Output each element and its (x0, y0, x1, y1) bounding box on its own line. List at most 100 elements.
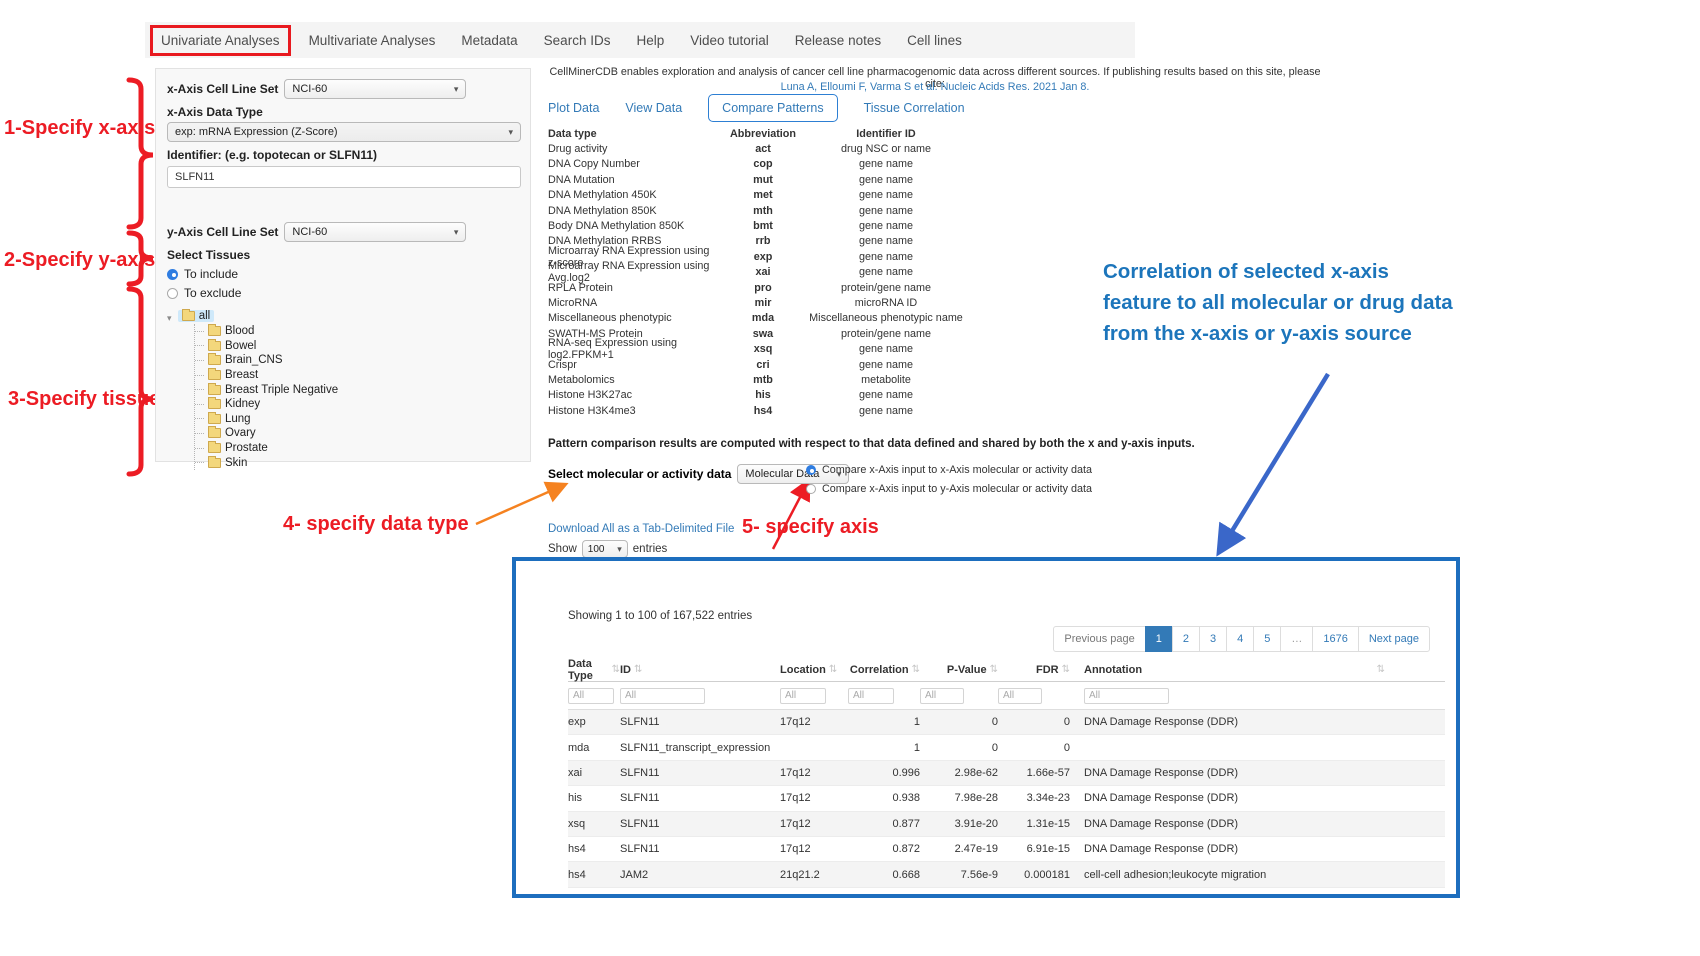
x-axis-data-type-select[interactable]: exp: mRNA Expression (Z-Score) ▾ (167, 122, 521, 142)
datatype-row-met: DNA Methylation 450Kmetgene name (548, 188, 966, 203)
chevron-down-icon: ▾ (454, 227, 459, 238)
chevron-down-icon: ▾ (617, 544, 622, 555)
nav-tab-release-notes[interactable]: Release notes (782, 33, 894, 48)
filter-input-annotation[interactable] (1084, 688, 1169, 704)
folder-icon (208, 399, 221, 409)
datatype-row-xai: Microarray RNA Expression using Avg.log2… (548, 265, 966, 280)
tree-node-ovary[interactable]: Ovary (195, 426, 519, 441)
filter-input-p-value[interactable] (920, 688, 964, 704)
page-button-1676[interactable]: 1676 (1312, 626, 1358, 652)
tab-compare-patterns[interactable]: Compare Patterns (708, 94, 837, 122)
x-axis-data-type-label: x-Axis Data Type (167, 105, 519, 119)
next-page-button[interactable]: Next page (1358, 626, 1430, 652)
select-tissues-label: Select Tissues (167, 248, 519, 262)
sort-icon[interactable]: ⇅ (912, 664, 920, 675)
axis-settings-panel: x-Axis Cell Line Set NCI-60 ▾ x-Axis Dat… (155, 68, 531, 462)
view-tabs: Plot Data View Data Compare Patterns Tissue… (548, 94, 965, 122)
results-table-header-row: Data Type⇅ID⇅Location⇅Correlation⇅P-Valu… (568, 658, 1445, 682)
datatype-row-mir: MicroRNAmirmicroRNA ID (548, 295, 966, 310)
tab-view-data[interactable]: View Data (625, 101, 682, 115)
radio-exclude-tissues[interactable]: To exclude (167, 286, 519, 300)
arrow-correlation-note (1221, 374, 1328, 549)
page-button-4[interactable]: 4 (1226, 626, 1254, 652)
citation-link[interactable]: Luna A, Elloumi F, Varma S et al. Nuclei… (540, 81, 1330, 93)
column-header-p-value[interactable]: P-Value⇅ (920, 664, 998, 676)
select-molecular-label: Select molecular or activity data (548, 467, 731, 481)
tree-node-all[interactable]: all (178, 310, 215, 322)
tree-node-breast-triple-negative[interactable]: Breast Triple Negative (195, 382, 519, 397)
tree-node-brain-cns[interactable]: Brain_CNS (195, 353, 519, 368)
filter-input-correlation[interactable] (848, 688, 894, 704)
tab-plot-data[interactable]: Plot Data (548, 101, 599, 115)
tree-node-prostate[interactable]: Prostate (195, 441, 519, 456)
tree-node-blood[interactable]: Blood (195, 324, 519, 339)
datatype-row-bmt: Body DNA Methylation 850Kbmtgene name (548, 218, 966, 233)
table-row: hs4JAM221q21.20.6687.56e-90.000181cell-c… (568, 862, 1445, 887)
datatype-table-header: Data typeAbbreviationIdentifier ID (548, 126, 966, 141)
y-axis-cell-line-label: y-Axis Cell Line Set (167, 225, 278, 239)
tree-node-lung[interactable]: Lung (195, 412, 519, 427)
datatype-row-hs4: Histone H3K4me3hs4gene name (548, 403, 966, 418)
filter-input-data-type[interactable] (568, 688, 614, 704)
radio-include-tissues[interactable]: To include (167, 267, 519, 281)
show-entries-select[interactable]: 100 ▾ (582, 540, 628, 558)
sort-icon[interactable]: ⇅ (990, 664, 998, 675)
column-header-fdr[interactable]: FDR⇅ (998, 664, 1070, 676)
column-header-data-type[interactable]: Data Type⇅ (568, 658, 620, 682)
top-nav: Univariate Analyses Multivariate Analyses… (145, 22, 1135, 58)
brace-step3 (129, 289, 153, 474)
nav-tab-univariate-analyses[interactable]: Univariate Analyses (150, 25, 291, 56)
sort-icon[interactable]: ⇅ (634, 664, 642, 675)
tab-tissue-correlation[interactable]: Tissue Correlation (864, 101, 965, 115)
radio-compare-option-1[interactable]: Compare x-Axis input to x-Axis molecular… (806, 464, 1092, 476)
page-button-3[interactable]: 3 (1199, 626, 1227, 652)
datatype-row-his: Histone H3K27achisgene name (548, 388, 966, 403)
annotation-step1: 1-Specify x-axis (4, 117, 155, 140)
filter-input-fdr[interactable] (998, 688, 1042, 704)
nav-tab-cell-lines[interactable]: Cell lines (894, 33, 975, 48)
brace-step1 (129, 80, 153, 227)
column-header-correlation[interactable]: Correlation⇅ (848, 664, 920, 676)
datatype-row-mth: DNA Methylation 850Kmthgene name (548, 203, 966, 218)
column-header-location[interactable]: Location⇅ (780, 664, 848, 676)
y-axis-cell-line-select[interactable]: NCI-60 ▾ (284, 222, 466, 242)
column-header-id[interactable]: ID⇅ (620, 664, 780, 676)
radio-compare-option-2[interactable]: Compare x-Axis input to y-Axis molecular… (806, 483, 1092, 495)
tree-expander-icon[interactable]: ▾ (167, 313, 172, 323)
page-button-5[interactable]: 5 (1253, 626, 1281, 652)
chevron-down-icon: ▾ (454, 84, 459, 95)
identifier-input[interactable] (167, 166, 521, 188)
datatype-table: Data typeAbbreviationIdentifier IDDrug a… (548, 126, 966, 418)
sort-icon[interactable]: ⇅ (829, 664, 837, 675)
previous-page-button[interactable]: Previous page (1053, 626, 1145, 652)
filter-input-location[interactable] (780, 688, 826, 704)
column-header-annotation[interactable]: Annotation⇅ (1070, 664, 1445, 676)
tissue-tree: ▾ all BloodBowelBrain_CNSBreastBreast Tr… (167, 310, 519, 470)
sort-icon[interactable]: ⇅ (1062, 664, 1070, 675)
tree-node-kidney[interactable]: Kidney (195, 397, 519, 412)
nav-tab-metadata[interactable]: Metadata (448, 33, 530, 48)
tree-node-skin[interactable]: Skin (195, 455, 519, 470)
sort-icon[interactable]: ⇅ (1377, 664, 1385, 675)
datatype-row-xsq: RNA-seq Expression using log2.FPKM+1xsqg… (548, 341, 966, 356)
tree-node-bowel[interactable]: Bowel (195, 339, 519, 354)
entries-label: entries (633, 543, 668, 555)
nav-tab-help[interactable]: Help (623, 33, 677, 48)
nav-tab-video-tutorial[interactable]: Video tutorial (677, 33, 782, 48)
arrow-step4 (476, 485, 564, 524)
x-axis-cell-line-select[interactable]: NCI-60 ▾ (284, 79, 466, 99)
nav-tab-multivariate-analyses[interactable]: Multivariate Analyses (296, 33, 449, 48)
filter-input-id[interactable] (620, 688, 705, 704)
annotation-correlation-note: Correlation of selected x-axis feature t… (1103, 256, 1458, 349)
sort-icon[interactable]: ⇅ (612, 664, 620, 675)
nav-tab-search-ids[interactable]: Search IDs (531, 33, 624, 48)
tree-node-breast[interactable]: Breast (195, 368, 519, 383)
table-row: xaiSLFN1117q120.9962.98e-621.66e-57DNA D… (568, 761, 1445, 786)
table-row: mdaSLFN11_transcript_expression100 (568, 735, 1445, 760)
page-button-1[interactable]: 1 (1145, 626, 1173, 652)
datatype-header-data-type: Data type (548, 128, 720, 140)
table-row: xsqSLFN1117q120.8773.91e-201.31e-15DNA D… (568, 812, 1445, 837)
download-link[interactable]: Download All as a Tab-Delimited File (548, 523, 734, 535)
folder-icon (208, 414, 221, 424)
page-button-2[interactable]: 2 (1172, 626, 1200, 652)
